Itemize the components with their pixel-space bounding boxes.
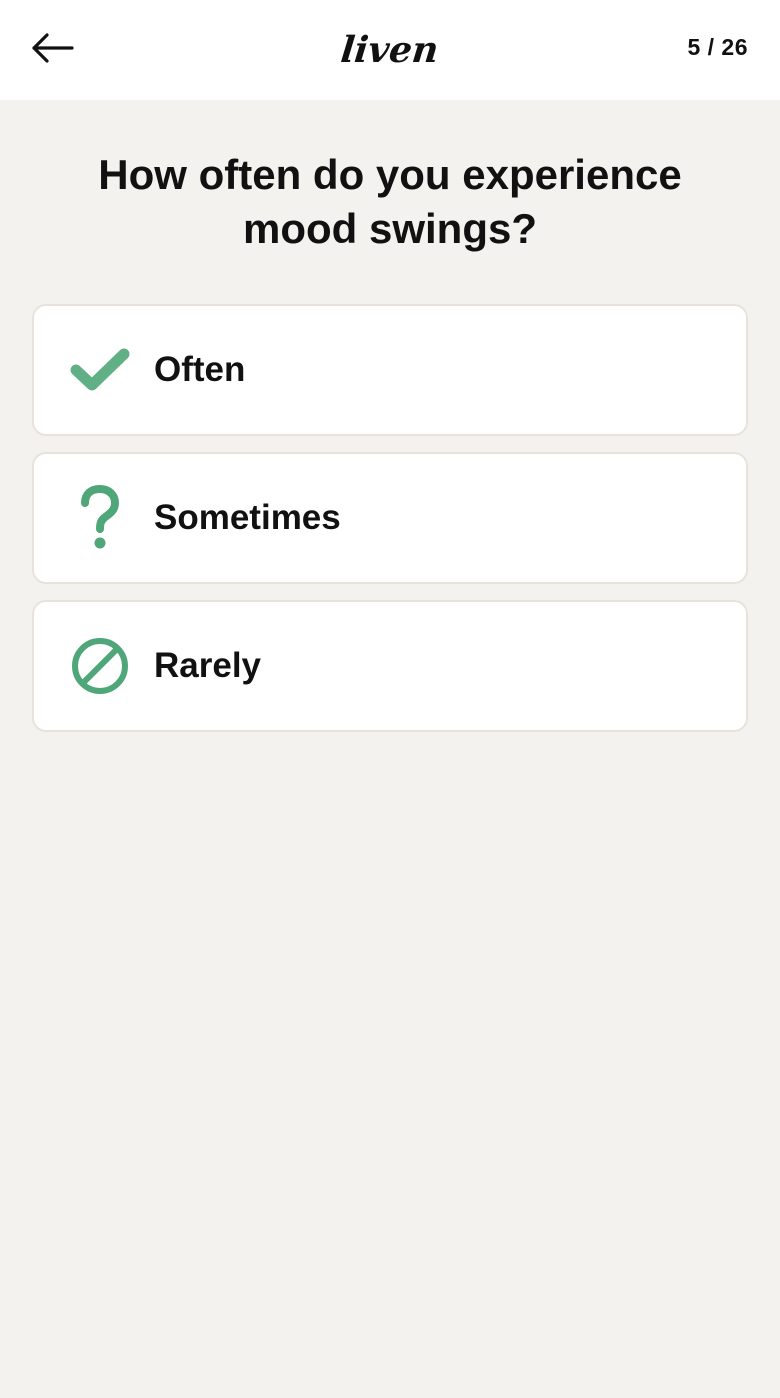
- option-label: Rarely: [154, 646, 262, 685]
- logo-text: liven: [339, 29, 441, 71]
- back-button[interactable]: [26, 26, 78, 70]
- option-often[interactable]: Often: [32, 304, 748, 436]
- option-label: Often: [154, 350, 246, 389]
- checkmark-icon: [68, 338, 132, 402]
- liven-logo: liven: [290, 18, 490, 82]
- arrow-left-icon: [32, 33, 74, 63]
- prohibited-icon: [68, 634, 132, 698]
- option-rarely[interactable]: Rarely: [32, 600, 748, 732]
- top-bar: liven 5 / 26: [0, 0, 780, 100]
- progress-counter: 5 / 26: [687, 34, 748, 60]
- question-mark-icon: [68, 485, 132, 550]
- answer-options: Often Sometimes Rarely: [32, 304, 748, 748]
- option-label: Sometimes: [154, 498, 341, 537]
- option-sometimes[interactable]: Sometimes: [32, 452, 748, 584]
- question-title: How often do you experience mood swings?: [98, 151, 682, 252]
